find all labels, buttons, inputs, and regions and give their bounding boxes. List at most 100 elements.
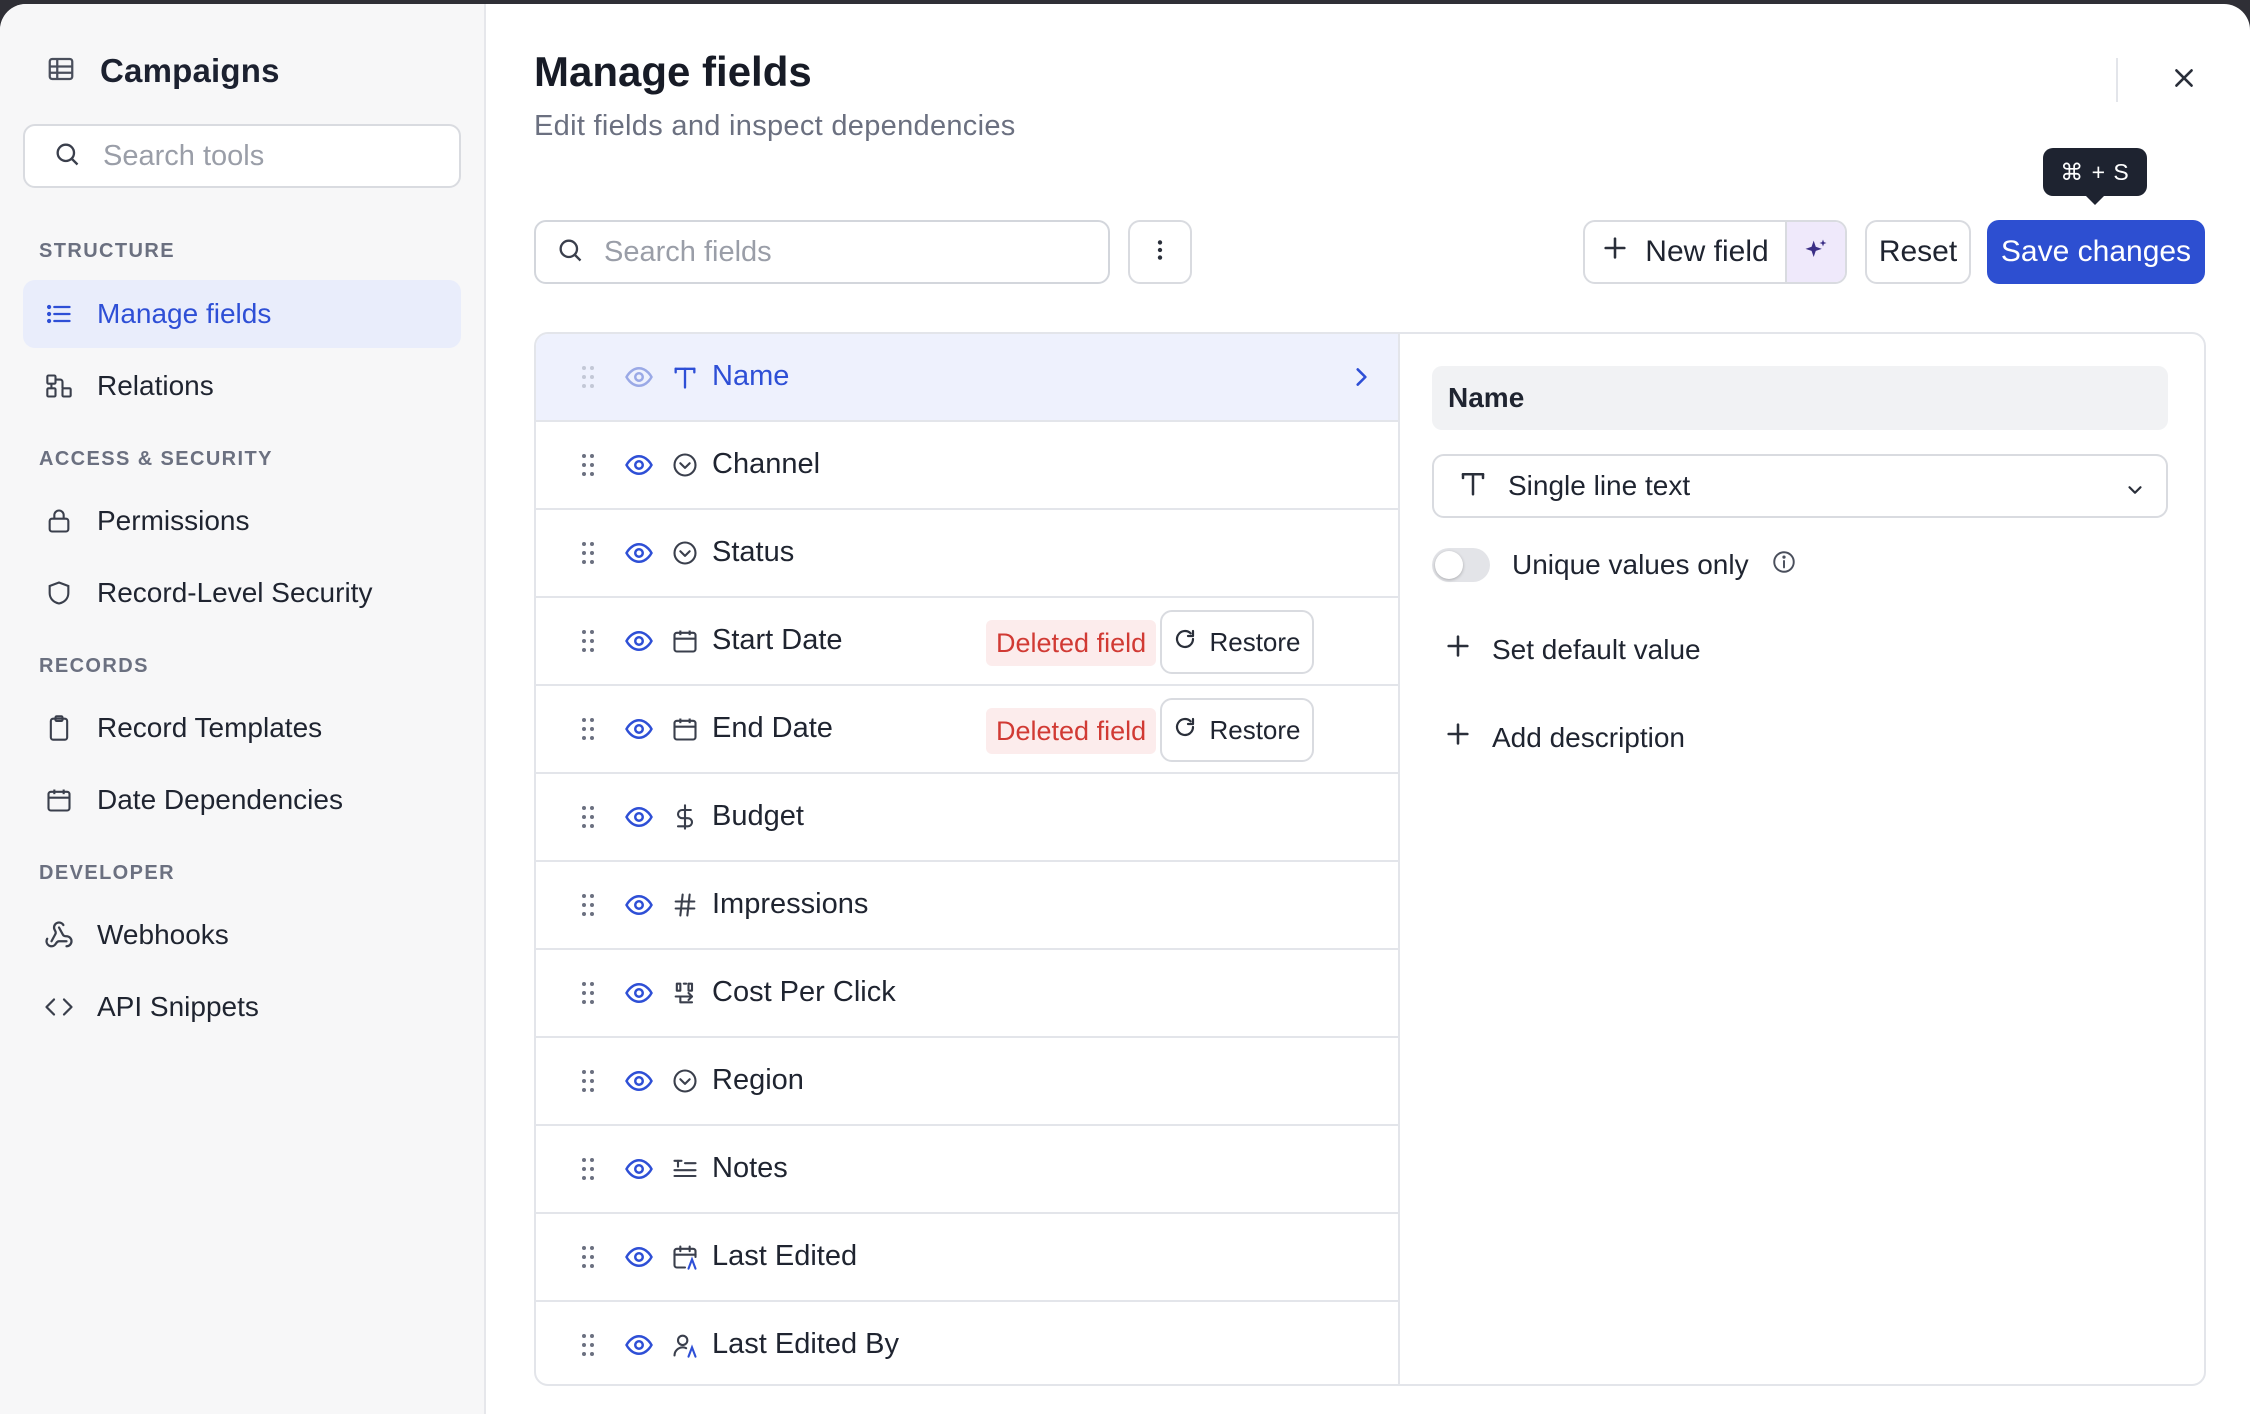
sidebar: Campaigns STRUCTURE Manage fields Relati…	[0, 4, 486, 1414]
eye-icon[interactable]	[624, 714, 654, 749]
sidebar-search-input[interactable]	[103, 139, 443, 173]
field-name-input[interactable]: Name	[1432, 366, 2168, 430]
unique-values-toggle[interactable]	[1432, 548, 1490, 582]
eye-icon[interactable]	[624, 362, 654, 397]
eye-icon[interactable]	[624, 626, 654, 661]
drag-handle-icon[interactable]	[580, 628, 596, 659]
search-icon	[556, 236, 584, 269]
restore-button[interactable]: Restore	[1160, 698, 1314, 762]
sidebar-item-manage-fields[interactable]: Manage fields	[23, 280, 461, 348]
drag-handle-icon[interactable]	[580, 1332, 596, 1363]
field-row-region[interactable]: Region	[536, 1038, 1398, 1126]
sidebar-search[interactable]	[23, 124, 461, 188]
eye-icon[interactable]	[624, 450, 654, 485]
clipboard-icon	[43, 712, 75, 744]
field-search[interactable]	[534, 220, 1110, 284]
lock-icon	[43, 505, 75, 537]
new-field-button[interactable]: New field	[1585, 222, 1785, 282]
field-name: Impressions	[712, 888, 869, 920]
ai-generate-button[interactable]	[1785, 222, 1845, 282]
sidebar-item-record-templates[interactable]: Record Templates	[23, 694, 461, 762]
drag-handle-icon[interactable]	[580, 892, 596, 923]
eye-icon[interactable]	[624, 1330, 654, 1365]
field-search-input[interactable]	[604, 235, 1104, 269]
search-icon	[53, 140, 81, 173]
calendar-icon	[670, 626, 700, 656]
restore-button[interactable]: Restore	[1160, 610, 1314, 674]
field-name: Region	[712, 1064, 804, 1096]
field-name: Last Edited	[712, 1240, 858, 1272]
text-icon	[670, 362, 700, 392]
sidebar-item-label: Record-Level Security	[97, 577, 373, 608]
drag-handle-icon[interactable]	[580, 364, 596, 395]
field-name: Cost Per Click	[712, 976, 896, 1008]
drag-handle-icon[interactable]	[580, 1068, 596, 1099]
field-name: Start Date	[712, 624, 843, 656]
field-type-value: Single line text	[1508, 470, 1691, 501]
field-row-last-edited[interactable]: Last Edited	[536, 1214, 1398, 1302]
sidebar-item-label: Manage fields	[97, 298, 272, 329]
field-row-status[interactable]: Status	[536, 510, 1398, 598]
set-default-value-button[interactable]: Set default value	[1444, 632, 1701, 667]
drag-handle-icon[interactable]	[580, 1244, 596, 1275]
drag-handle-icon[interactable]	[580, 452, 596, 483]
main-content: Manage fields Edit fields and inspect de…	[486, 4, 2250, 1414]
unique-values-label: Unique values only	[1512, 549, 1749, 580]
sidebar-item-label: Relations	[97, 370, 214, 401]
add-description-button[interactable]: Add description	[1444, 720, 1685, 755]
page-title: Manage fields	[534, 48, 812, 95]
eye-icon[interactable]	[624, 1154, 654, 1189]
drag-handle-icon[interactable]	[580, 716, 596, 747]
sidebar-item-webhooks[interactable]: Webhooks	[23, 901, 461, 969]
info-icon[interactable]	[1771, 549, 1797, 582]
eye-icon[interactable]	[624, 1066, 654, 1101]
field-row-name[interactable]: Name	[536, 334, 1398, 422]
eye-icon[interactable]	[624, 538, 654, 573]
sidebar-item-label: Record Templates	[97, 712, 323, 743]
save-changes-button[interactable]: Save changes	[1987, 220, 2205, 284]
code-icon	[43, 991, 75, 1023]
sidebar-item-permissions[interactable]: Permissions	[23, 487, 461, 555]
reset-button[interactable]: Reset	[1865, 220, 1971, 284]
field-type-select[interactable]: Single line text	[1432, 454, 2168, 518]
sidebar-item-relations[interactable]: Relations	[23, 352, 461, 420]
field-name: End Date	[712, 712, 833, 744]
formula-icon	[670, 978, 700, 1008]
sparkles-icon	[1802, 236, 1830, 269]
user-edit-icon	[670, 1330, 700, 1360]
field-row-notes[interactable]: Notes	[536, 1126, 1398, 1214]
long-text-icon	[670, 1154, 700, 1184]
field-row-impressions[interactable]: Impressions	[536, 862, 1398, 950]
field-name: Budget	[712, 800, 804, 832]
sidebar-item-label: Date Dependencies	[97, 784, 343, 815]
field-row-cost-per-click[interactable]: Cost Per Click	[536, 950, 1398, 1038]
drag-handle-icon[interactable]	[580, 1156, 596, 1187]
field-row-channel[interactable]: Channel	[536, 422, 1398, 510]
eye-icon[interactable]	[624, 1242, 654, 1277]
sidebar-item-record-level-security[interactable]: Record-Level Security	[23, 559, 461, 627]
eye-icon[interactable]	[624, 890, 654, 925]
close-icon	[2171, 65, 2197, 96]
drag-handle-icon[interactable]	[580, 540, 596, 571]
field-row-budget[interactable]: Budget	[536, 774, 1398, 862]
eye-icon[interactable]	[624, 978, 654, 1013]
more-options-button[interactable]	[1128, 220, 1192, 284]
restore-icon	[1173, 715, 1197, 746]
field-list: Name Channel Status Start Date Deleted f…	[536, 334, 1400, 1384]
field-row-start-date[interactable]: Start Date Deleted field Restore	[536, 598, 1398, 686]
manage-fields-modal: Campaigns STRUCTURE Manage fields Relati…	[0, 4, 2250, 1414]
header-divider	[2116, 58, 2118, 102]
field-row-end-date[interactable]: End Date Deleted field Restore	[536, 686, 1398, 774]
eye-icon[interactable]	[624, 802, 654, 837]
field-row-last-edited-by[interactable]: Last Edited By	[536, 1302, 1398, 1384]
sidebar-title: Campaigns	[100, 52, 280, 89]
sidebar-item-api-snippets[interactable]: API Snippets	[23, 973, 461, 1041]
add-description-label: Add description	[1492, 721, 1686, 753]
section-label-records: RECORDS	[39, 655, 149, 677]
sidebar-item-label: Permissions	[97, 505, 250, 536]
field-name: Name	[712, 360, 790, 392]
drag-handle-icon[interactable]	[580, 804, 596, 835]
sidebar-item-date-dependencies[interactable]: Date Dependencies	[23, 766, 461, 834]
drag-handle-icon[interactable]	[580, 980, 596, 1011]
close-button[interactable]	[2162, 58, 2206, 102]
